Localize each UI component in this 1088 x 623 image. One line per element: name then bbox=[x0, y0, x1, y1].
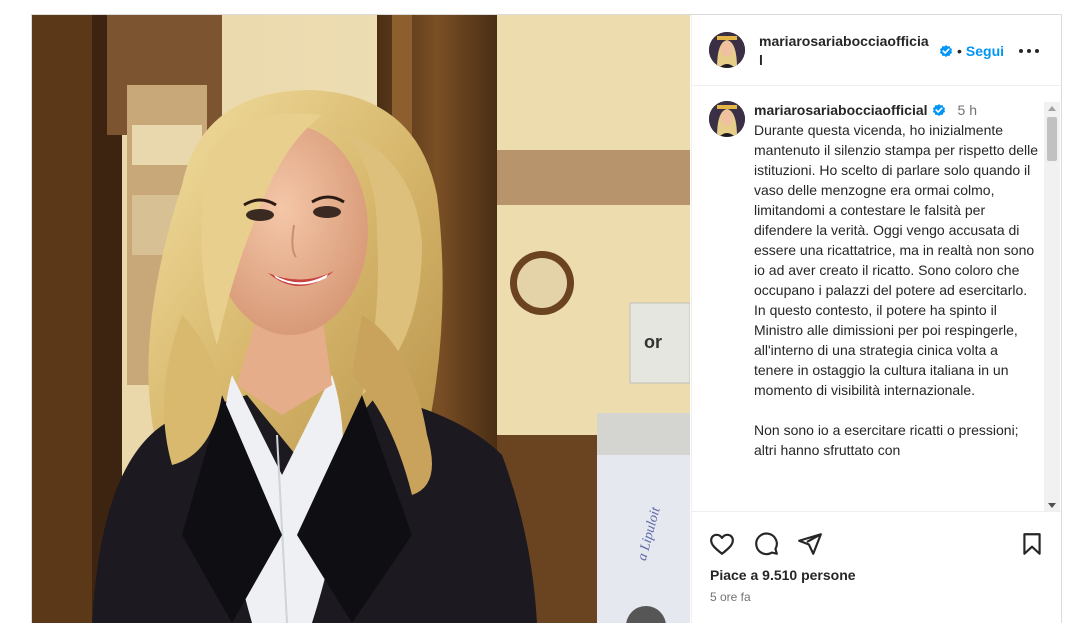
header-username[interactable]: mariarosariabocciaofficia l bbox=[759, 32, 944, 70]
post-photo[interactable]: or a Lipuloit bbox=[32, 15, 690, 623]
heart-icon[interactable] bbox=[709, 531, 735, 557]
header-actions: • Segui bbox=[939, 42, 1004, 60]
header-username-line2: l bbox=[759, 52, 763, 68]
comment-icon[interactable] bbox=[753, 531, 779, 557]
caption-scrollbar[interactable] bbox=[1044, 102, 1060, 511]
separator-dot: • bbox=[957, 43, 962, 59]
caption-text: Durante questa vicenda, ho inizialmente … bbox=[754, 122, 1039, 458]
avatar-image bbox=[709, 32, 745, 68]
avatar-image bbox=[709, 101, 745, 137]
likes-count[interactable]: Piace a 9.510 persone bbox=[710, 567, 856, 583]
caption-username[interactable]: mariarosariabocciaofficial bbox=[754, 100, 928, 120]
caption-avatar[interactable] bbox=[709, 101, 745, 137]
sign-text: or bbox=[644, 332, 662, 352]
scroll-down-arrow-icon[interactable] bbox=[1048, 503, 1056, 508]
scroll-up-arrow-icon[interactable] bbox=[1048, 106, 1056, 111]
header-username-line1: mariarosariabocciaofficia bbox=[759, 33, 929, 49]
avatar[interactable] bbox=[709, 32, 745, 68]
post-header: mariarosariabocciaofficia l • Segui bbox=[692, 15, 1061, 86]
instagram-post: or a Lipuloit mariarosariabocciaofficia … bbox=[31, 14, 1062, 623]
post-timestamp[interactable]: 5 ore fa bbox=[710, 590, 751, 604]
verified-badge-icon bbox=[940, 45, 952, 57]
verified-badge-icon bbox=[932, 104, 945, 116]
share-icon[interactable] bbox=[797, 531, 823, 557]
follow-button[interactable]: Segui bbox=[966, 43, 1004, 59]
bookmark-icon[interactable] bbox=[1019, 531, 1045, 557]
caption: mariarosariabocciaofficial 5 h Durante q… bbox=[754, 100, 1039, 460]
portrait-image: or a Lipuloit bbox=[32, 15, 690, 623]
caption-time[interactable]: 5 h bbox=[958, 100, 977, 120]
caption-area[interactable]: mariarosariabocciaofficial 5 h Durante q… bbox=[692, 86, 1061, 512]
post-actions: Piace a 9.510 persone 5 ore fa bbox=[692, 512, 1061, 623]
caption-header: mariarosariabocciaofficial 5 h bbox=[754, 100, 1039, 120]
scrollbar-thumb[interactable] bbox=[1047, 117, 1057, 161]
post-side-panel: mariarosariabocciaofficia l • Segui mari… bbox=[691, 15, 1061, 623]
more-options-icon[interactable] bbox=[1017, 45, 1041, 57]
